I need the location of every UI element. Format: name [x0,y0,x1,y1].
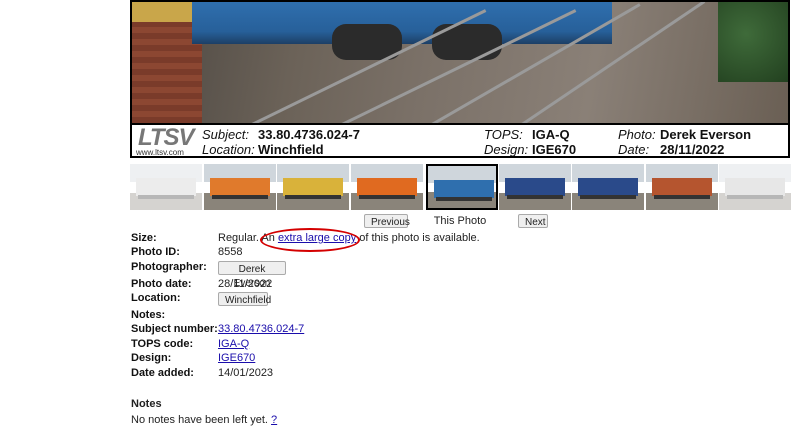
thumbnail-wheels [285,195,341,199]
thumbnail-wheels [654,195,710,199]
notes-text: No notes have been left yet. ? [131,414,277,426]
ltsv-logo: LTSV www.ltsv.com [136,124,195,157]
thumbnail-wheels [507,195,563,199]
thumbnail[interactable] [499,164,571,210]
location-label: Location: [131,292,181,304]
tops-code-label: TOPS code: [131,338,194,350]
notes-empty-text: No notes have been left yet. [131,414,268,426]
caption-design-value: IGE670 [532,142,577,157]
caption-subject-value: 33.80.4736.024-7 [258,127,360,142]
thumbnail-wheels [138,195,194,199]
logo-url: www.ltsv.com [136,148,184,157]
caption-date-value: 28/11/2022 [660,142,725,157]
highlight-circle [260,228,360,252]
caption-location-label: Location: [202,142,255,157]
thumbnail[interactable] [646,164,718,210]
thumbnail[interactable] [277,164,349,210]
thumbnail-wagon [136,178,196,196]
thumbnail-wheels [580,195,636,199]
notes-field-label: Notes: [131,309,166,321]
main-photo-frame: LTSV www.ltsv.com Subject: 33.80.4736.02… [130,0,790,158]
thumbnail-wagon [210,178,270,196]
size-suffix: of this photo is available. [356,232,480,244]
notes-help-link[interactable]: ? [271,414,277,426]
photographer-label: Photographer: [131,261,207,273]
design-label: Design: [131,352,172,364]
date-added-label: Date added: [131,367,194,379]
subject-number-label: Subject number: [131,323,218,335]
thumbnail-wagon [283,178,343,196]
caption-tops-value: IGA-Q [532,127,570,142]
thumbnail-current[interactable] [426,164,498,210]
caption-subject-label: Subject: [202,127,249,142]
thumbnail[interactable] [351,164,423,210]
thumbnail-strip [130,164,791,212]
thumbnail-wheels [436,197,492,201]
photo-id-label: Photo ID: [131,246,180,258]
photo-caption: LTSV www.ltsv.com Subject: 33.80.4736.02… [132,123,788,157]
thumbnail-wagon [357,178,417,196]
caption-location-value: Winchfield [258,142,324,157]
this-photo-label: This Photo [433,215,487,227]
previous-button[interactable]: Previous [364,214,410,228]
caption-date-label: Date: [618,142,650,157]
thumbnail-wheels [727,195,783,199]
photo-date-label: Photo date: [131,278,192,290]
thumbnail-wagon [725,178,785,196]
date-added-value: 14/01/2023 [218,367,274,379]
thumbnail-wagon [434,180,494,198]
location-button[interactable]: Winchfield [218,292,271,306]
thumbnail-wagon [505,178,565,196]
thumbnail-wheels [359,195,415,199]
thumbnail-wagon [652,178,712,196]
caption-tops-label: TOPS: [484,127,523,142]
thumbnail[interactable] [130,164,202,210]
photo-date-value: 28/11/2022 [218,278,273,290]
photo-id-value: 8558 [218,246,243,258]
caption-photo-label: Photo: [618,127,656,142]
size-label: Size: [131,232,157,244]
thumbnail[interactable] [204,164,276,210]
caption-photo-value: Derek Everson [660,127,752,142]
main-photo[interactable] [132,2,788,123]
tree [718,2,788,82]
subject-number-link[interactable]: 33.80.4736.024-7 [218,323,304,335]
thumbnail-wheels [212,195,268,199]
photographer-button[interactable]: Derek Everson [218,261,286,289]
tops-code-link[interactable]: IGA-Q [218,338,249,350]
notes-heading: Notes [131,398,162,410]
thumbnail[interactable] [719,164,791,210]
design-link[interactable]: IGE670 [218,352,255,364]
thumbnail-wagon [578,178,638,196]
thumbnail[interactable] [572,164,644,210]
next-button[interactable]: Next [518,214,548,228]
caption-design-label: Design: [484,142,529,157]
